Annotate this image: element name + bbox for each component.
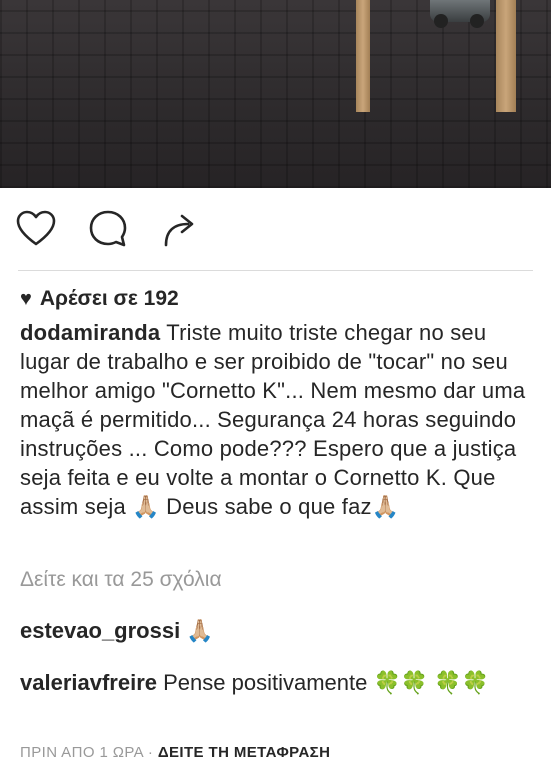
wooden-leg [356,0,370,112]
meta-separator: · [147,744,154,761]
post-timestamp: ΠΡΙΝ ΑΠΟ 1 ΩΡΑ [20,744,144,761]
wheel [470,14,484,28]
comment-item: valeriavfreire Pense positivamente 🍀🍀 🍀🍀 [20,668,535,697]
post-caption: dodamiranda Triste muito triste chegar n… [20,318,535,521]
likes-text: Αρέσει σε 192 [39,287,179,310]
caption-username[interactable]: dodamiranda [20,320,160,345]
comment-text: Pense positivamente 🍀🍀 🍀🍀 [163,670,490,695]
share-button[interactable] [156,205,204,253]
like-button[interactable] [12,205,60,253]
heart-filled-icon: ♥ [20,287,32,310]
wheel [434,14,448,28]
post-meta: ΠΡΙΝ ΑΠΟ 1 ΩΡΑ · ΔΕΙΤΕ ΤΗ ΜΕΤΑΦΡΑΣΗ [20,744,330,761]
comment-username[interactable]: estevao_grossi [20,618,180,643]
heart-outline-icon [16,210,56,246]
comment-bubble-icon [89,210,127,247]
see-translation-link[interactable]: ΔΕΙΤΕ ΤΗ ΜΕΤΑΦΡΑΣΗ [158,744,331,761]
comment-username[interactable]: valeriavfreire [20,670,157,695]
divider [18,270,533,271]
view-all-comments-link[interactable]: Δείτε και τα 25 σχόλια [20,568,222,592]
likes-count[interactable]: ♥ Αρέσει σε 192 [20,287,179,311]
share-arrow-icon [164,214,194,247]
post-actions [0,205,551,255]
cart [430,0,490,28]
wooden-leg [496,0,516,112]
comment-button[interactable] [84,205,132,253]
comment-item: estevao_grossi 🙏🏼 [20,616,535,646]
caption-text: Triste muito triste chegar no seu lugar … [20,320,526,519]
post-photo[interactable] [0,0,551,188]
comment-text: 🙏🏼 [186,619,214,644]
